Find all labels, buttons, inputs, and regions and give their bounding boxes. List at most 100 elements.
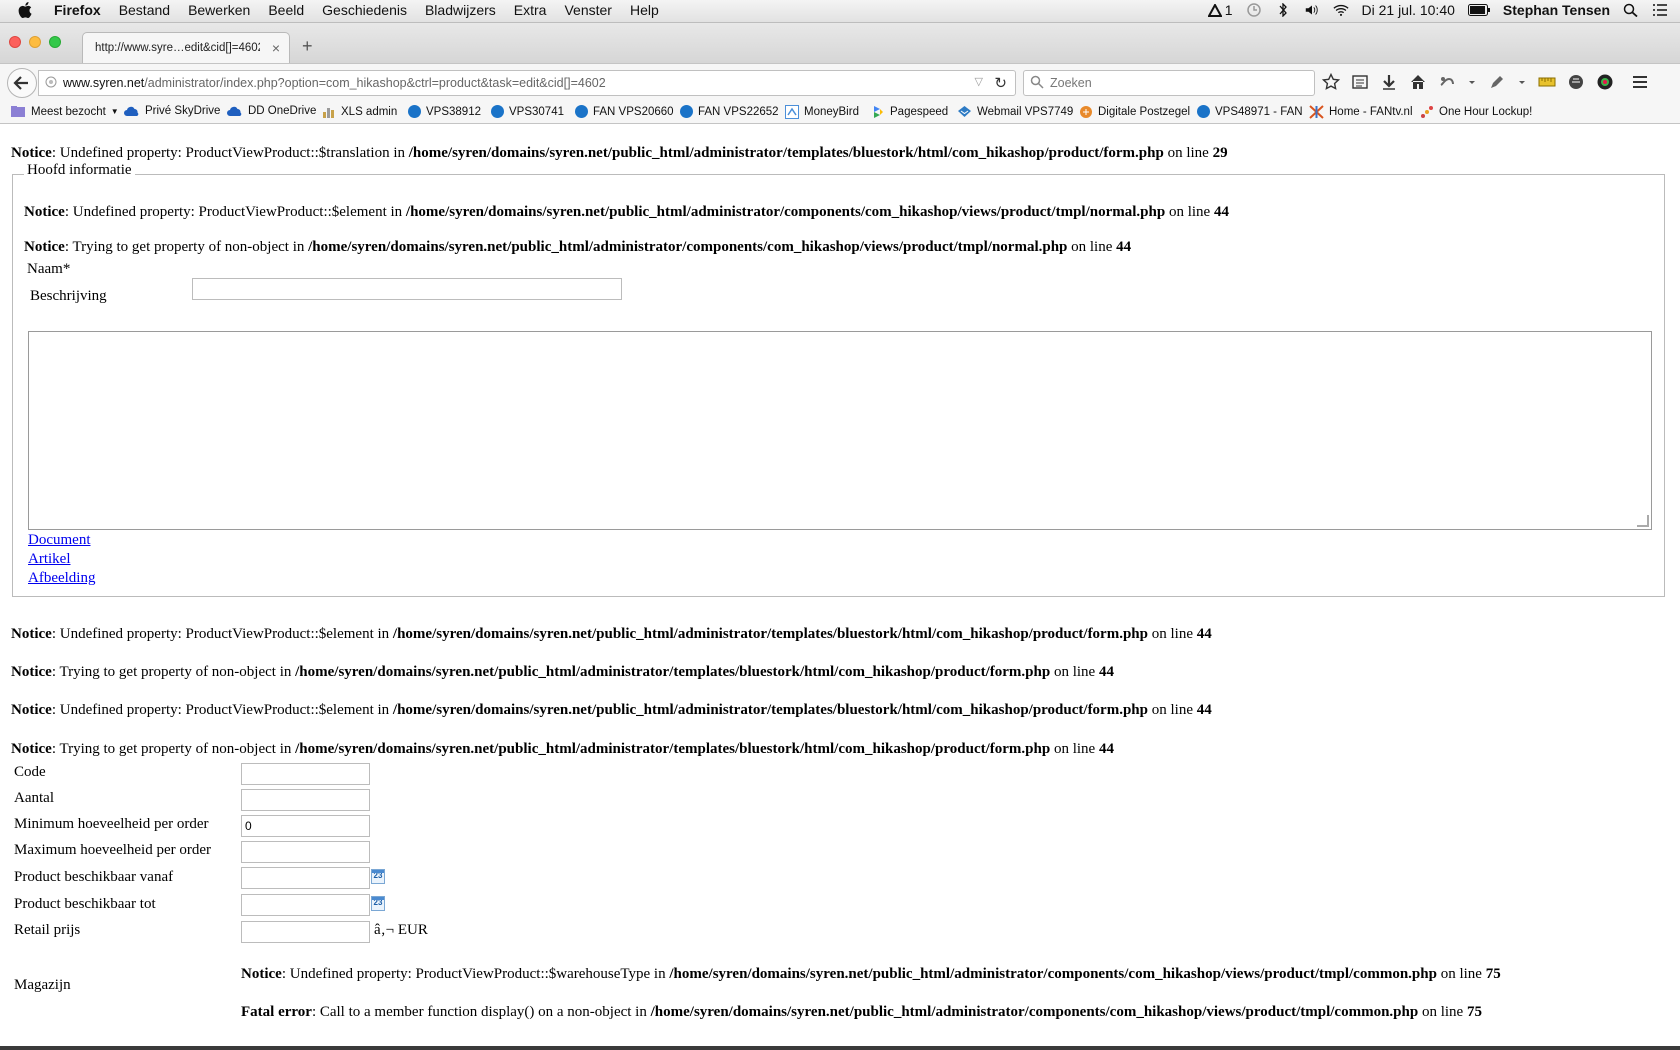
menu-extra[interactable]: Extra — [505, 2, 556, 18]
menu-bladwijzers[interactable]: Bladwijzers — [416, 2, 505, 18]
reading-list-icon[interactable] — [1351, 73, 1369, 91]
hamburger-menu-icon[interactable] — [1631, 73, 1649, 91]
browser-tab[interactable]: http://www.syre…edit&cid[]=4602 × — [82, 32, 290, 64]
chevron-down-icon: ▼ — [110, 107, 119, 116]
user-name[interactable]: Stephan Tensen — [1503, 2, 1610, 18]
battery-icon[interactable] — [1467, 4, 1490, 16]
extension-icon[interactable] — [1438, 73, 1456, 91]
bookmark-moneybird[interactable]: MoneyBird — [785, 105, 859, 119]
min-qty-input[interactable] — [241, 815, 370, 837]
bookmark-fan-vps20660[interactable]: FAN VPS20660 — [575, 105, 674, 118]
currency-label: â‚¬ EUR — [374, 922, 428, 938]
aantal-input[interactable] — [241, 789, 370, 811]
menu-geschiedenis[interactable]: Geschiedenis — [313, 2, 416, 18]
bookmark-pagespeed[interactable]: Pagespeed — [871, 105, 948, 119]
bookmark-xls-admin[interactable]: XLS admin — [322, 105, 397, 118]
naam-input[interactable] — [192, 278, 622, 300]
spotlight-search-icon[interactable] — [1623, 3, 1639, 17]
volume-icon[interactable] — [1304, 3, 1320, 17]
pen-tool-icon[interactable] — [1488, 73, 1506, 91]
fieldset-legend: Hoofd informatie — [24, 162, 135, 179]
extension-dropdown-icon[interactable] — [1467, 73, 1477, 91]
resize-handle[interactable] — [1637, 515, 1649, 527]
zoom-window-button[interactable] — [49, 36, 61, 48]
chat-icon[interactable] — [1567, 73, 1585, 91]
download-icon[interactable] — [1380, 73, 1398, 91]
reload-icon[interactable]: ↻ — [994, 74, 1007, 92]
cloud-icon — [227, 106, 242, 116]
afbeelding-link[interactable]: Afbeelding — [28, 570, 95, 587]
php-notice: Notice: Undefined property: ProductViewP… — [11, 702, 1212, 718]
bookmark-one-hour-lockup[interactable]: One Hour Lockup! — [1420, 105, 1532, 119]
beschrijving-editor[interactable] — [28, 331, 1652, 530]
site-info-icon[interactable] — [45, 76, 57, 88]
pen-dropdown-icon[interactable] — [1517, 73, 1527, 91]
stamp-icon — [1080, 106, 1092, 118]
min-qty-label: Minimum hoeveelheid per order — [14, 816, 209, 832]
calendar-icon[interactable]: 23 — [371, 896, 385, 911]
tab-title: http://www.syre…edit&cid[]=4602 — [95, 42, 260, 54]
available-from-label: Product beschikbaar vanaf — [14, 869, 174, 885]
search-bar[interactable]: Zoeken — [1023, 70, 1315, 96]
home-icon[interactable] — [1409, 73, 1427, 91]
bookmark-fan-vps22652[interactable]: FAN VPS22652 — [680, 105, 779, 118]
lockup-icon — [1421, 106, 1433, 118]
page-content: Notice: Undefined property: ProductViewP… — [0, 124, 1680, 1048]
calendar-icon[interactable]: 23 — [371, 869, 385, 884]
wifi-icon[interactable] — [1332, 3, 1349, 17]
time-machine-icon[interactable] — [1246, 3, 1262, 17]
menu-bestand[interactable]: Bestand — [110, 2, 179, 18]
menu-bewerken[interactable]: Bewerken — [179, 2, 259, 18]
bookmark-dd-onedrive[interactable]: DD OneDrive — [226, 105, 316, 117]
retail-price-label: Retail prijs — [14, 922, 81, 938]
code-input[interactable] — [241, 763, 370, 785]
apple-icon[interactable] — [18, 1, 34, 19]
clock-datetime[interactable]: Di 21 jul. 10:40 — [1362, 2, 1455, 18]
bookmark-vps30741[interactable]: VPS30741 — [491, 105, 564, 118]
bookmark-vps48971-fan[interactable]: VPS48971 - FAN — [1197, 105, 1303, 118]
close-window-button[interactable] — [9, 36, 21, 48]
tab-close-icon[interactable]: × — [272, 40, 280, 56]
bookmark-vps38912[interactable]: VPS38912 — [408, 105, 481, 118]
bookmark-prive-skydrive[interactable]: Privé SkyDrive — [123, 105, 220, 117]
notification-center-icon[interactable] — [1652, 3, 1668, 17]
url-bar[interactable]: www.syren.net/administrator/index.php?op… — [38, 70, 1016, 96]
bookmark-meest-bezocht[interactable]: Meest bezocht ▼ — [10, 105, 119, 118]
back-arrow-icon — [13, 76, 28, 90]
max-qty-input[interactable] — [241, 841, 370, 863]
macos-menu-bar: Firefox Bestand Bewerken Beeld Geschiede… — [0, 0, 1680, 23]
bookmark-star-icon[interactable] — [1322, 73, 1340, 91]
code-label: Code — [14, 764, 46, 780]
bookmark-home-fantv[interactable]: Home - FANtv.nl — [1309, 105, 1413, 119]
artikel-link[interactable]: Artikel — [28, 551, 71, 568]
adobe-icon[interactable]: 1 — [1207, 2, 1233, 18]
document-link[interactable]: Document — [28, 532, 90, 549]
moneybird-icon — [785, 105, 799, 119]
max-qty-label: Maximum hoeveelheid per order — [14, 842, 212, 858]
menu-beeld[interactable]: Beeld — [259, 2, 313, 18]
globe-icon — [408, 105, 421, 118]
bookmark-digitale-postzegel[interactable]: Digitale Postzegel — [1079, 105, 1190, 119]
php-notice: Notice: Trying to get property of non-ob… — [11, 664, 1114, 680]
bluetooth-icon[interactable] — [1275, 3, 1291, 17]
menu-venster[interactable]: Venster — [555, 2, 620, 18]
minimize-window-button[interactable] — [29, 36, 41, 48]
color-picker-icon[interactable] — [1596, 73, 1614, 91]
back-button[interactable] — [7, 68, 37, 98]
bookmarks-toolbar: Meest bezocht ▼ Privé SkyDrive DD OneDriv… — [0, 101, 1680, 124]
adobe-badge: 1 — [1224, 2, 1233, 18]
available-from-input[interactable] — [241, 867, 370, 889]
beschrijving-label: Beschrijving — [30, 288, 107, 304]
available-until-input[interactable] — [241, 894, 370, 916]
menu-help[interactable]: Help — [621, 2, 668, 18]
tab-strip: http://www.syre…edit&cid[]=4602 × + — [0, 23, 1680, 64]
menu-firefox[interactable]: Firefox — [54, 2, 110, 18]
navigation-toolbar: www.syren.net/administrator/index.php?op… — [0, 63, 1680, 102]
url-history-dropdown-icon[interactable]: ▽ — [975, 75, 983, 88]
bookmark-webmail-vps7749[interactable]: Webmail VPS7749 — [957, 105, 1073, 118]
search-icon — [1030, 75, 1044, 89]
retail-price-input[interactable] — [241, 921, 370, 943]
new-tab-button[interactable]: + — [302, 36, 313, 57]
aantal-label: Aantal — [14, 790, 54, 806]
ruler-icon[interactable] — [1538, 73, 1556, 91]
